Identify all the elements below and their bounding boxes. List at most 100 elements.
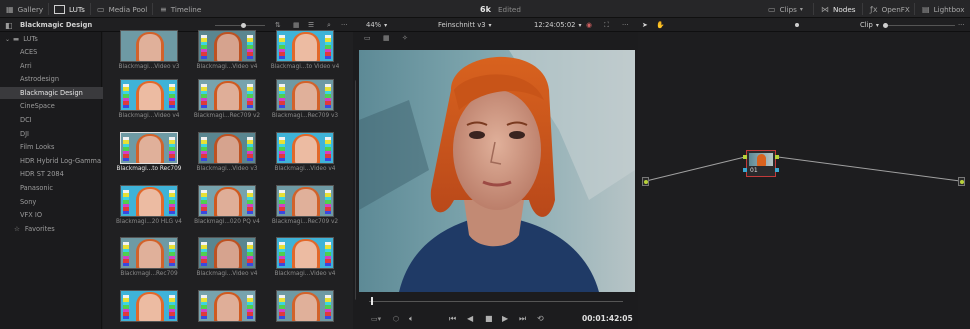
clips-icon: ▭ <box>768 4 776 14</box>
scrubber-bar[interactable] <box>359 294 635 308</box>
star-icon: ☆ <box>14 225 20 233</box>
fullscreen-icon[interactable]: ⛶ <box>604 18 609 32</box>
scrubber-track[interactable] <box>369 301 623 302</box>
gallery-still-icon[interactable]: ⬡ <box>393 308 399 329</box>
reverse-play-icon[interactable]: ◀ <box>467 308 473 329</box>
lut-thumbnail[interactable] <box>276 132 334 164</box>
pointer-tool-icon[interactable]: ➤ <box>642 18 648 32</box>
skip-to-start-icon[interactable]: ⏮︎ <box>449 308 456 329</box>
color-bars <box>247 190 253 214</box>
hand-tool-icon[interactable]: ✋ <box>656 18 664 32</box>
lightbox-icon: ▤ <box>922 4 930 14</box>
thumbnail-subject-face <box>295 294 317 321</box>
slider-knob[interactable] <box>241 23 246 28</box>
timeline-dropdown[interactable]: Feinschnitt v3 ▾ <box>438 18 492 32</box>
highlight-icon[interactable]: ✧ <box>402 34 408 42</box>
lut-thumbnail[interactable] <box>276 185 334 217</box>
lut-thumbnail[interactable] <box>198 79 256 111</box>
node-links <box>645 156 961 182</box>
lut-thumbnail[interactable] <box>198 132 256 164</box>
loop-icon[interactable]: ⟲ <box>537 308 544 329</box>
corrector-node[interactable]: 01 <box>746 150 776 177</box>
media-pool-tab[interactable]: ▭ Media Pool <box>97 0 147 18</box>
lut-thumbnail[interactable] <box>198 237 256 269</box>
color-bar <box>201 210 207 214</box>
node-zoom-slider[interactable] <box>883 23 955 28</box>
divider <box>90 3 91 15</box>
split-view-icon[interactable]: ▦ <box>383 34 390 42</box>
viewer-options-icon[interactable]: ▭▾ <box>371 308 381 329</box>
node-input-rgb[interactable] <box>743 155 747 159</box>
lut-thumbnail[interactable] <box>276 290 334 322</box>
color-bars <box>279 190 285 214</box>
playhead[interactable] <box>371 297 373 305</box>
slider-knob[interactable] <box>883 23 888 28</box>
zoom-dropdown[interactable]: 44% ▾ <box>366 18 387 32</box>
lut-thumbnail[interactable] <box>198 290 256 322</box>
lut-thumbnail[interactable] <box>120 290 178 322</box>
lut-thumbnail[interactable] <box>276 237 334 269</box>
thumbnail-subject-face <box>295 34 317 61</box>
tree-root-luts[interactable]: ⌄ ▬ LUTs <box>0 33 107 45</box>
lut-thumbnail-label: Blackmagi...Video v4 <box>274 271 336 277</box>
thumbnail-size-slider[interactable] <box>215 23 265 28</box>
nodes-tab[interactable]: ⋈ Nodes <box>821 0 856 18</box>
thumbnail-subject-face <box>217 241 239 268</box>
clips-tab[interactable]: ▭ Clips ▾ <box>768 0 803 18</box>
more-options-icon[interactable]: ··· <box>341 18 347 32</box>
play-icon[interactable]: ▶ <box>502 308 508 329</box>
color-bars <box>325 242 331 266</box>
single-view-icon[interactable]: ▭ <box>364 34 371 42</box>
lut-thumbnail-label: Blackmagi...Video v4 <box>274 166 336 172</box>
timecode-dropdown[interactable]: 12:24:05:02 ▾ <box>534 18 581 32</box>
output-port[interactable] <box>958 177 965 186</box>
color-wheel-icon[interactable]: ◉ <box>586 18 592 32</box>
lut-thumbnail[interactable] <box>120 30 178 62</box>
color-bars <box>201 84 207 108</box>
node-output-rgb[interactable] <box>775 155 779 159</box>
more-options-icon[interactable]: ··· <box>958 18 964 32</box>
stop-icon[interactable]: ■ <box>485 308 493 329</box>
lightbox-tab[interactable]: ▤ Lightbox <box>922 0 965 18</box>
viewer-image[interactable] <box>359 50 635 292</box>
node-mode-dropdown[interactable]: Clip ▾ <box>860 18 879 32</box>
lut-thumbnail[interactable] <box>120 185 178 217</box>
color-bars <box>279 137 285 161</box>
lut-thumbnail[interactable] <box>276 30 334 62</box>
color-bar <box>247 262 253 266</box>
lut-thumbnail[interactable] <box>120 79 178 111</box>
source-input-port[interactable] <box>642 177 649 186</box>
tree-item-favorites[interactable]: ☆ Favorites <box>0 223 116 235</box>
node-output-key[interactable] <box>775 168 779 172</box>
color-bar <box>279 315 285 319</box>
gallery-icon: ▦ <box>6 4 14 14</box>
color-bar <box>169 262 175 266</box>
lut-thumbnail[interactable] <box>120 132 178 164</box>
sidebar-toggle-icon[interactable]: ◧ <box>5 18 13 32</box>
color-bar <box>325 104 331 108</box>
openfx-tab[interactable]: ƒx OpenFX <box>870 0 910 18</box>
luts-tab[interactable]: LUTs <box>54 0 85 18</box>
node-input-key[interactable] <box>743 168 747 172</box>
color-bar <box>201 55 207 59</box>
lut-thumbnail[interactable] <box>276 79 334 111</box>
color-bar <box>201 262 207 266</box>
speaker-icon[interactable]: 🔈︎ <box>409 308 414 329</box>
node-mode-value: Clip <box>860 21 873 29</box>
lut-thumbnail-label: Blackmagi...020 PQ v4 <box>194 219 260 225</box>
node-zoom-indicator[interactable] <box>795 23 799 27</box>
gallery-tab[interactable]: ▦ Gallery <box>6 0 43 18</box>
timeline-tab[interactable]: ≡ Timeline <box>160 0 201 18</box>
lut-thumbnail[interactable] <box>120 237 178 269</box>
nodes-label: Nodes <box>833 4 856 14</box>
color-bars <box>325 137 331 161</box>
tree-item-label: Arri <box>20 61 32 70</box>
nodes-icon: ⋈ <box>821 4 829 14</box>
skip-to-end-icon[interactable]: ⏭︎ <box>519 308 526 329</box>
lut-thumbnail[interactable] <box>198 30 256 62</box>
tree-root-label: LUTs <box>23 35 38 43</box>
color-bars <box>201 190 207 214</box>
chevron-down-icon: ▾ <box>799 5 803 13</box>
lut-thumbnail[interactable] <box>198 185 256 217</box>
more-options-icon[interactable]: ··· <box>622 18 628 32</box>
